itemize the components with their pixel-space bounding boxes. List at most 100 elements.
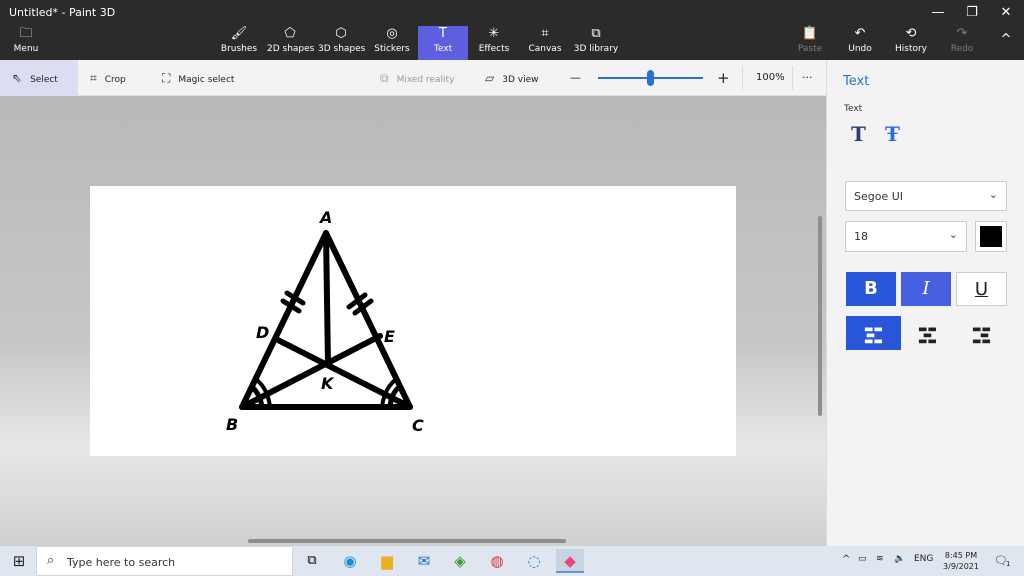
chevron-down-icon: ⌄ <box>988 188 998 201</box>
language-indicator[interactable]: ENG <box>914 554 933 564</box>
sun-icon: ✳ <box>488 26 500 41</box>
paste-button[interactable]: 📋 Paste <box>794 26 826 60</box>
font-size-dropdown[interactable]: 18 ⌄ <box>845 221 967 252</box>
tab-effects[interactable]: ✳ Effects <box>474 26 514 60</box>
divider <box>792 66 793 90</box>
tab-2d-shapes[interactable]: ⬠ 2D shapes <box>267 26 314 60</box>
mixed-reality-tool[interactable]: ⧉ Mixed reality <box>380 60 454 96</box>
zoom-out-button[interactable]: — <box>570 60 581 96</box>
horizontal-scrollbar[interactable] <box>248 539 566 543</box>
zoom-slider-thumb[interactable] <box>647 70 654 86</box>
drawing-canvas[interactable]: A B C D E K <box>90 186 736 456</box>
minimize-button[interactable]: — <box>921 3 955 23</box>
redo-icon: ↷ <box>956 26 968 41</box>
tab-brushes[interactable]: 🖌 Brushes <box>220 26 258 60</box>
crop-icon: ⌗ <box>90 71 97 85</box>
divider <box>742 66 743 90</box>
battery-icon[interactable]: ▭ <box>858 554 867 564</box>
redo-button[interactable]: ↷ Redo <box>948 26 976 60</box>
tab-text[interactable]: T Text <box>418 26 468 60</box>
chevron-up-icon[interactable]: ^ <box>842 554 850 565</box>
app-icon[interactable]: ◈ <box>446 549 474 573</box>
text-color-picker[interactable] <box>975 221 1007 252</box>
workspace: A B C D E K <box>0 96 826 546</box>
label-a: A <box>318 208 332 227</box>
tab-3d-shapes[interactable]: ⬡ 3D shapes <box>318 26 365 60</box>
wifi-icon[interactable]: ≋ <box>876 554 884 564</box>
task-view-icon[interactable]: ⧉ <box>298 549 326 573</box>
magic-select-icon: ⛶ <box>162 71 171 85</box>
library-icon: ⧉ <box>591 26 601 41</box>
history-button[interactable]: ⟲ History <box>894 26 928 60</box>
magic-select-tool[interactable]: ⛶ Magic select <box>162 60 234 96</box>
folder-icon: 🗀 <box>19 26 33 41</box>
vertical-scrollbar[interactable] <box>818 216 822 416</box>
title-bar: Untitled* - Paint 3D — ❐ ✕ 🗀 Menu 🖌 Brus… <box>0 0 1024 60</box>
crop-tool[interactable]: ⌗ Crop <box>90 60 126 96</box>
median-ak <box>323 230 331 368</box>
shapes-2d-icon: ⬠ <box>284 26 296 41</box>
align-left-button[interactable]: ▬▬ ▬ ▬▬ <box>846 316 901 350</box>
cube-icon: ⬡ <box>335 26 347 41</box>
2d-text-icon[interactable]: T <box>851 122 866 146</box>
zoom-in-button[interactable]: + <box>717 60 730 96</box>
canvas-icon: ⌗ <box>541 26 549 41</box>
3d-text-icon[interactable]: Ŧ <box>885 122 900 146</box>
select-tool[interactable]: ⇖ Select <box>0 60 78 96</box>
label-e: E <box>384 327 395 346</box>
mixed-reality-icon: ⧉ <box>380 71 389 85</box>
align-center-icon: ▬▬ ▬ ▬▬ <box>918 324 937 347</box>
panel-title: Text <box>843 74 870 89</box>
clipboard-icon: 📋 <box>801 26 819 41</box>
windows-start-icon[interactable]: ⊞ <box>4 546 34 576</box>
italic-button[interactable]: I <box>901 272 951 306</box>
undo-button[interactable]: ↶ Undo <box>845 26 875 60</box>
label-c: C <box>412 416 424 435</box>
restore-button[interactable]: ❐ <box>955 3 989 23</box>
zalo-icon[interactable]: ◌ <box>520 549 548 573</box>
taskbar-search[interactable]: ⌕ Type here to search <box>36 546 293 576</box>
bold-button[interactable]: B <box>846 272 896 306</box>
tab-canvas[interactable]: ⌗ Canvas <box>526 26 564 60</box>
label-k: K <box>321 374 335 393</box>
align-left-icon: ▬▬ ▬ ▬▬ <box>864 324 883 347</box>
chevron-down-icon: ⌄ <box>948 228 958 241</box>
text-panel: Text Text T Ŧ Segoe UI ⌄ 18 ⌄ B I U ▬▬ ▬ ▬… <box>826 60 1024 546</box>
paint-3d-icon[interactable]: ◆ <box>556 549 584 573</box>
align-center-button[interactable]: ▬▬ ▬ ▬▬ <box>901 316 954 350</box>
clock-date: 3/9/2021 <box>943 562 979 571</box>
clock[interactable]: 8:45 PM 3/9/2021 <box>940 550 982 572</box>
triangle-drawing: A B C D E K <box>226 208 424 435</box>
taskbar: ⊞ ⌕ Type here to search ⧉ ◉ ▆ ✉ ◈ ◍ ◌ ◆ … <box>0 546 1024 576</box>
search-icon: ⌕ <box>47 553 55 568</box>
3d-view-toggle[interactable]: ▱ 3D view <box>485 60 538 96</box>
chevron-up-icon: ^ <box>1000 32 1012 47</box>
font-family-dropdown[interactable]: Segoe UI ⌄ <box>845 181 1007 211</box>
label-d: D <box>256 323 269 342</box>
panel-subtitle: Text <box>844 104 863 114</box>
mail-icon[interactable]: ✉ <box>410 549 438 573</box>
menu-button[interactable]: 🗀 Menu <box>6 26 46 60</box>
notification-count: 1 <box>1006 560 1011 568</box>
brush-icon: 🖌 <box>230 26 248 41</box>
chrome-icon[interactable]: ◍ <box>483 549 511 573</box>
close-button[interactable]: ✕ <box>989 3 1023 23</box>
3d-view-icon: ▱ <box>485 71 495 85</box>
tab-stickers[interactable]: ◎ Stickers <box>372 26 412 60</box>
align-right-button[interactable]: ▬▬ ▬ ▬▬ <box>956 316 1007 350</box>
window-title: Untitled* - Paint 3D <box>9 6 116 19</box>
edge-icon[interactable]: ◉ <box>336 549 364 573</box>
color-swatch-fill <box>980 226 1002 247</box>
underline-button[interactable]: U <box>956 272 1007 306</box>
label-b: B <box>226 415 238 434</box>
tool-strip: ⇖ Select ⌗ Crop ⛶ Magic select ⧉ Mixed reali… <box>0 60 826 96</box>
history-icon: ⟲ <box>905 26 917 41</box>
cursor-icon: ⇖ <box>12 71 23 85</box>
more-options-button[interactable]: ··· <box>802 60 813 96</box>
file-explorer-icon[interactable]: ▆ <box>373 549 401 573</box>
tab-3d-library[interactable]: ⧉ 3D library <box>573 26 619 60</box>
zoom-level[interactable]: 100% <box>756 60 785 96</box>
sticker-icon: ◎ <box>386 26 398 41</box>
line-bk <box>239 333 383 410</box>
volume-icon[interactable]: 🔈 <box>894 554 905 564</box>
